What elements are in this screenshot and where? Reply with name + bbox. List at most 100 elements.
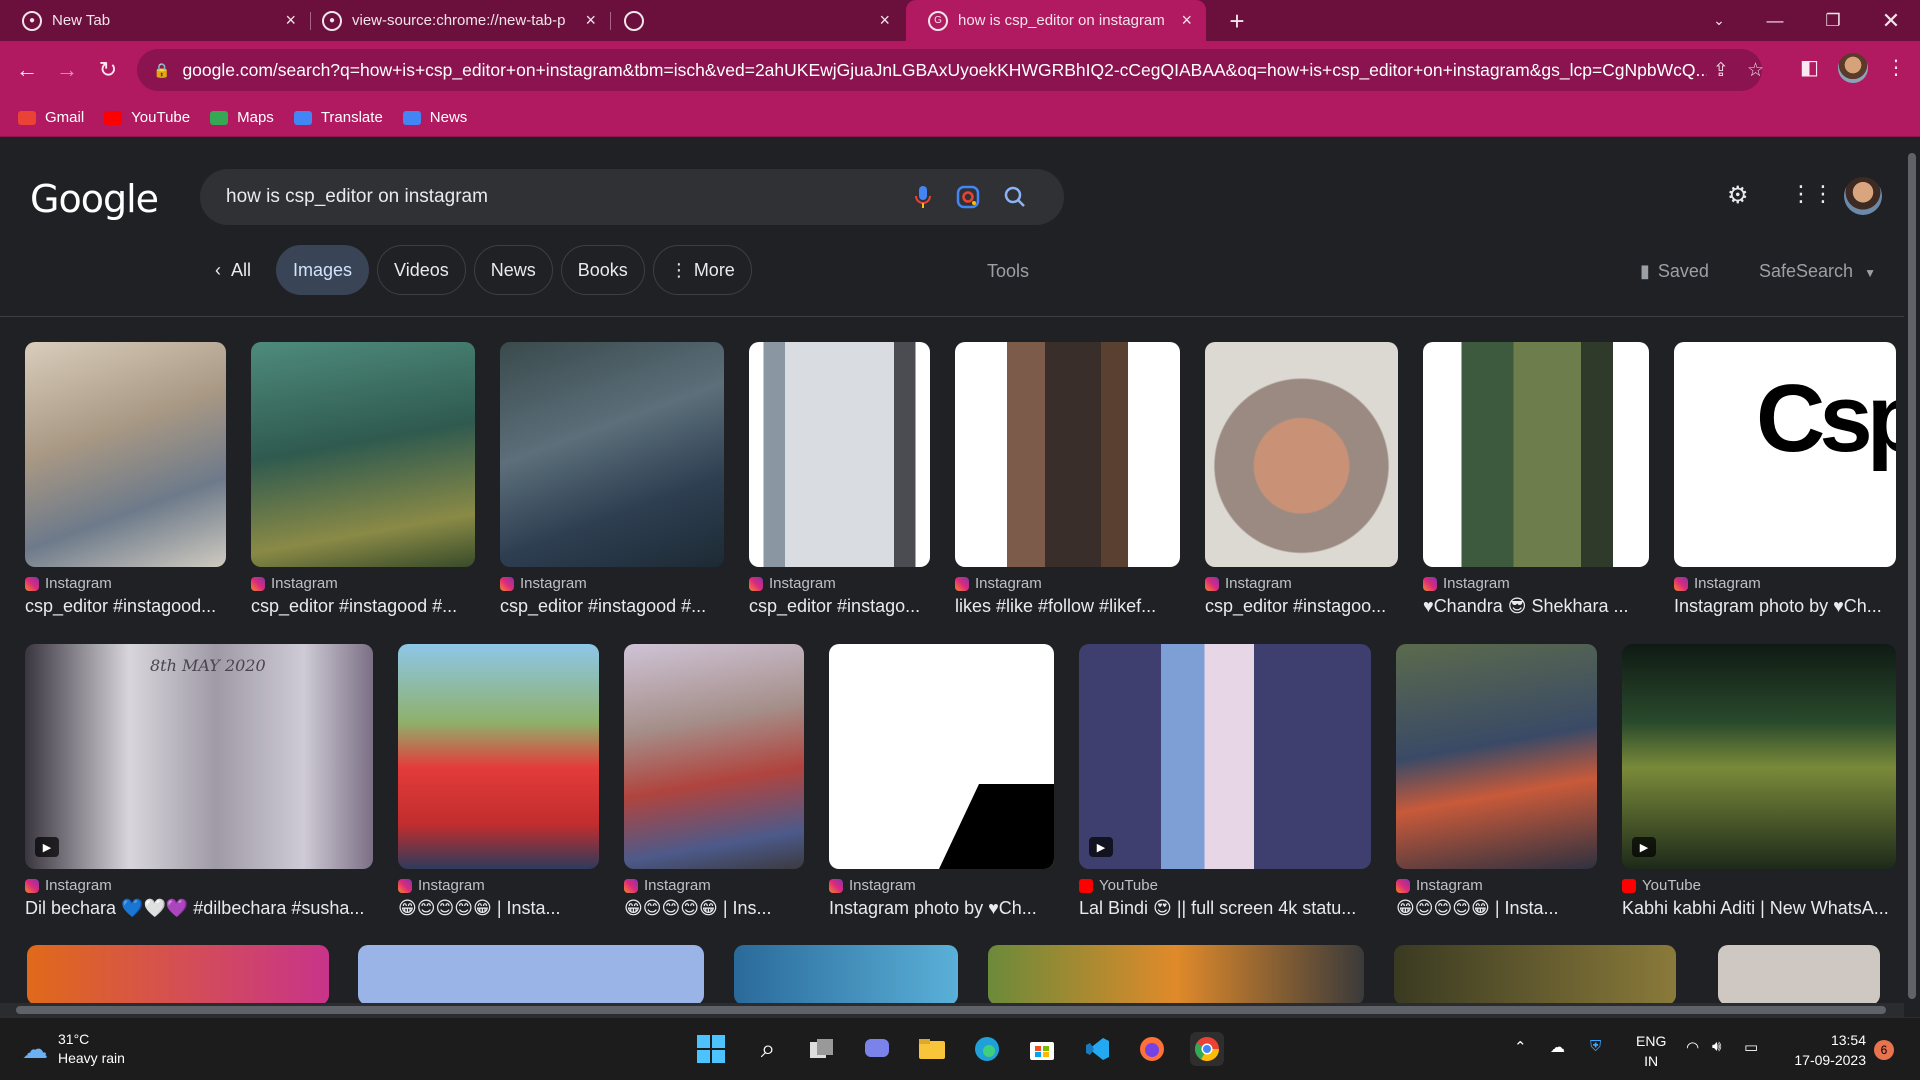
result-source[interactable]: Instagram [1443,575,1510,592]
scrollbar-thumb[interactable] [1908,153,1916,999]
result-thumbnail[interactable] [749,342,930,567]
image-result[interactable]: Instagram csp_editor #instagood... [25,342,226,617]
result-title[interactable]: 😁😊😊😊😁 | Insta... [1396,898,1597,919]
defender-icon[interactable]: ⛨ [1590,1038,1601,1055]
image-result[interactable]: Instagram 😁😊😊😊😁 | Insta... [1396,644,1597,919]
vscode-icon[interactable] [1080,1032,1114,1066]
result-title[interactable]: csp_editor #instagood... [25,596,226,617]
image-result[interactable]: 8th MAY 2020 ▶ Instagram Dil bechara 💙🤍💜… [25,644,373,919]
apps-grid-icon[interactable]: ⋮⋮ [1790,181,1834,207]
image-result[interactable]: Instagram ♥Chandra 😎 Shekhara ... [1423,342,1649,617]
result-source[interactable]: Instagram [520,575,587,592]
image-result[interactable]: Instagram csp_editor #instagood #... [500,342,724,617]
chip-videos[interactable]: Videos [377,245,466,295]
result-thumbnail[interactable] [1718,945,1880,1005]
firefox-icon[interactable] [1135,1032,1169,1066]
chrome-icon[interactable] [1190,1032,1224,1066]
notification-badge[interactable]: 6 [1874,1040,1894,1060]
search-box[interactable]: how is csp_editor on instagram [200,169,1064,225]
result-thumbnail[interactable]: 8th MAY 2020 ▶ [25,644,373,869]
reload-button[interactable]: ↻ [93,55,123,85]
teams-chat-icon[interactable] [860,1032,894,1066]
result-source[interactable]: Instagram [418,877,485,894]
bookmark-translate[interactable]: Translate [293,109,383,126]
weather-widget[interactable]: ☁ 31°C Heavy rain [22,1030,125,1068]
saved-button[interactable]: ▮ Saved [1640,261,1709,282]
result-source[interactable]: Instagram [1416,877,1483,894]
bookmark-gmail[interactable]: Gmail [18,109,84,126]
result-title[interactable]: ♥Chandra 😎 Shekhara ... [1423,596,1649,617]
store-icon[interactable] [1025,1032,1059,1066]
tab-search-button[interactable]: ⌄ [1696,0,1742,41]
tools-button[interactable]: Tools [987,261,1029,282]
image-result[interactable]: Instagram 😁😊😊😊😁 | Insta... [398,644,599,919]
start-icon[interactable] [694,1032,728,1066]
result-source[interactable]: Instagram [1225,575,1292,592]
result-thumbnail[interactable] [358,945,704,1005]
close-icon[interactable]: × [285,10,296,31]
lock-icon[interactable]: 🔒 [153,62,170,79]
image-result[interactable]: Instagram 😁😊😊😊😁 | Ins... [624,644,804,919]
side-panel-icon[interactable]: ◧ [1800,55,1819,80]
result-source[interactable]: Instagram [975,575,1042,592]
result-thumbnail[interactable] [624,644,804,869]
bookmark-star-icon[interactable]: ☆ [1747,59,1764,82]
scrollbar-thumb[interactable] [16,1006,1886,1014]
language-indicator[interactable]: ENG IN [1636,1031,1666,1071]
safesearch-dropdown[interactable]: SafeSearch ▼ [1759,261,1876,282]
onedrive-icon[interactable]: ☁ [1550,1038,1565,1056]
vertical-scrollbar[interactable] [1904,137,1920,1017]
wifi-icon[interactable]: ◠ [1686,1038,1699,1056]
image-result[interactable]: Instagram likes #like #follow #likef... [955,342,1180,617]
result-title[interactable]: Dil bechara 💙🤍💜 #dilbechara #susha... [25,898,373,919]
result-source[interactable]: YouTube [1099,877,1158,894]
address-bar[interactable]: 🔒 google.com/search?q=how+is+csp_editor+… [137,49,1764,91]
result-thumbnail[interactable]: ▶ [1079,644,1371,869]
menu-kebab-icon[interactable]: ⋮ [1886,55,1906,80]
tab-blank[interactable]: × [602,0,904,41]
image-result[interactable]: Instagram Instagram photo by ♥Ch... [829,644,1054,919]
search-input[interactable]: how is csp_editor on instagram [226,186,488,208]
tab-google-search[interactable]: G how is csp_editor on instagram × [906,0,1206,41]
result-title[interactable]: 😁😊😊😊😁 | Insta... [398,898,599,919]
back-button[interactable]: ← [12,55,42,85]
minimize-button[interactable]: — [1752,0,1798,41]
tab-new-tab[interactable]: ● New Tab × [0,0,310,41]
result-thumbnail[interactable] [251,342,475,567]
google-logo[interactable]: Google [30,177,159,221]
result-title[interactable]: csp_editor #instagood #... [251,596,475,617]
result-source[interactable]: Instagram [644,877,711,894]
result-title[interactable]: likes #like #follow #likef... [955,596,1180,617]
tab-view-source[interactable]: ● view-source:chrome://new-tab-p × [300,0,610,41]
task-view-icon[interactable] [805,1032,839,1066]
address-url[interactable]: google.com/search?q=how+is+csp_editor+on… [182,60,1707,81]
result-thumbnail[interactable] [1396,644,1597,869]
battery-icon[interactable]: ▭ [1744,1038,1758,1056]
volume-icon[interactable]: 🔊︎ [1712,1038,1721,1055]
result-thumbnail[interactable]: Csp [1674,342,1896,567]
result-title[interactable]: Instagram photo by ♥Ch... [829,898,1054,919]
chip-more[interactable]: ⋮ More [652,245,752,295]
image-result[interactable]: ▶ YouTube Lal Bindi 😍 || full screen 4k … [1079,644,1371,919]
result-source[interactable]: Instagram [45,877,112,894]
result-thumbnail[interactable] [829,644,1054,869]
profile-avatar[interactable] [1838,53,1868,83]
result-title[interactable]: 😁😊😊😊😁 | Ins... [624,898,804,919]
result-thumbnail[interactable] [988,945,1364,1005]
chip-images[interactable]: Images [276,245,370,295]
result-source[interactable]: Instagram [769,575,836,592]
result-thumbnail[interactable] [955,342,1180,567]
chip-books[interactable]: Books [560,245,645,295]
account-avatar[interactable] [1844,177,1882,215]
result-thumbnail[interactable] [1423,342,1649,567]
result-source[interactable]: Instagram [45,575,112,592]
result-title[interactable]: Lal Bindi 😍 || full screen 4k statu... [1079,898,1371,919]
image-result[interactable]: Csp Instagram Instagram photo by ♥Ch... [1674,342,1896,617]
bookmark-news[interactable]: News [402,109,467,126]
clock[interactable]: 13:54 17-09-2023 [1784,1030,1866,1070]
image-result[interactable]: Instagram csp_editor #instagood #... [251,342,475,617]
close-icon[interactable]: × [1181,10,1192,31]
result-title[interactable]: Instagram photo by ♥Ch... [1674,596,1896,617]
result-source[interactable]: Instagram [1694,575,1761,592]
lens-icon[interactable] [955,184,981,210]
